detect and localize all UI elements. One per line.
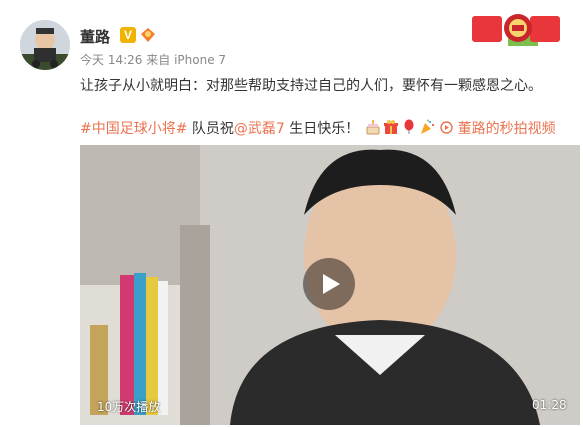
post-text-2: #中国足球小将# 队员祝@武磊7 生日快乐！ 董路的秒拍视频: [80, 118, 556, 138]
cake-emoji-icon: [365, 119, 381, 135]
text-mid: 队员祝: [187, 121, 234, 137]
balloon-emoji-icon: [401, 119, 417, 135]
post-time[interactable]: 今天 14:26: [80, 53, 142, 67]
text-end: 生日快乐！: [284, 121, 360, 137]
v-badge-icon[interactable]: V: [120, 27, 136, 43]
view-count: 10万次播放: [97, 400, 161, 414]
username[interactable]: 董路: [80, 26, 110, 47]
mention-link[interactable]: @武磊7: [234, 121, 285, 137]
party-emoji-icon: [419, 119, 435, 135]
post-text: 让孩子从小就明白：对那些帮助支持过自己的人们，要怀有一颗感恩之心。: [80, 78, 542, 94]
source-prefix: 来自: [146, 53, 171, 67]
member-badge-icon[interactable]: [140, 27, 156, 43]
video-link-label: 董路的秒拍视频: [457, 121, 556, 137]
post-source[interactable]: iPhone 7: [174, 53, 226, 67]
video-duration: 01:28: [532, 398, 567, 412]
avatar[interactable]: [20, 20, 70, 70]
video-link-icon: [440, 121, 453, 134]
gift-emoji-icon: [383, 119, 399, 135]
hashtag-link[interactable]: #中国足球小将#: [80, 121, 187, 137]
video-link[interactable]: 董路的秒拍视频: [440, 121, 556, 137]
brand-badge: [468, 10, 564, 50]
play-icon[interactable]: [303, 258, 355, 310]
post-meta: 今天 14:26 来自 iPhone 7: [80, 51, 226, 68]
